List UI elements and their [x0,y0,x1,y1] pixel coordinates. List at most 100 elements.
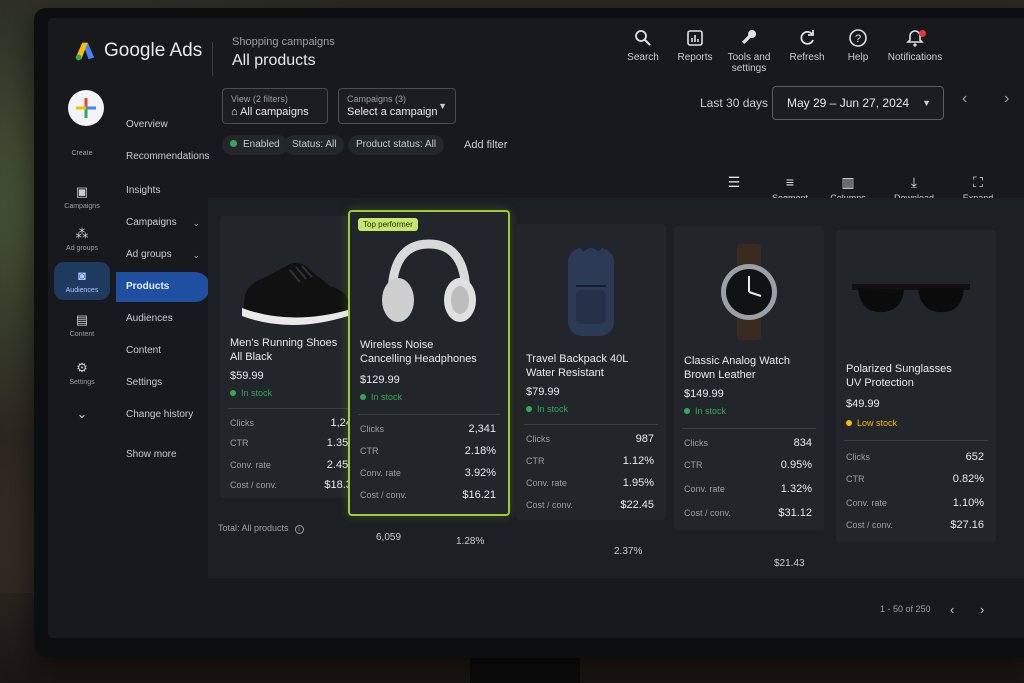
stock-dot [230,389,236,396]
metric-value: 1.95% [622,477,654,489]
product-price: $49.99 [846,398,880,410]
chevron-down-icon: ⌄ [192,250,200,260]
view-filter-value: ⌂ All campaigns [231,106,309,118]
breadcrumb[interactable]: Shopping campaigns [232,36,335,48]
wrench-icon [742,29,757,44]
product-name-line: Men's Running Shoes [230,337,338,349]
notifications-button[interactable]: Notifications [880,28,950,63]
prev-period-button[interactable]: ‹ [962,90,967,108]
campaign-filter-label: Campaigns (3) [347,94,407,104]
view-toggle-button[interactable]: ☰ [704,174,764,193]
date-range-picker[interactable]: May 29 – Jun 27, 2024 ▼ [772,86,944,120]
add-filter-button[interactable]: Add filter [464,135,507,155]
view-filter-dropdown[interactable]: View (2 filters) ⌂ All campaigns [222,88,328,124]
enabled-filter-pill[interactable]: Enabled [222,135,288,155]
nav-item-change-history[interactable]: Change history [116,400,210,430]
stock-label: Low stock [857,418,898,428]
product-price: $149.99 [684,388,724,400]
rail-item-label: Audiences [65,287,99,294]
metric-row-clicks: Clicks 652 [846,451,984,470]
metric-label: CTR [846,474,865,484]
pagination-status: 1 - 50 of 250 [880,604,931,614]
metric-row-conv-rate: Conv. rate 1.32% [684,483,812,502]
next-page-button[interactable]: › [980,602,984,617]
metric-label: Cost / conv. [230,480,277,490]
nav-item-content[interactable]: Content [116,336,210,366]
nav-item-ad-groups[interactable]: Ad groups ⌄ [116,240,210,270]
product-card[interactable]: Classic Analog Watch Brown Leather $149.9… [674,226,824,530]
rail-item-label: Content [69,331,95,338]
product-name-line: Polarized Sunglasses [846,363,952,375]
nav-item-show-more[interactable]: Show more [116,440,210,470]
notification-dot [919,30,926,37]
google-ads-logo[interactable]: Google Ads [74,40,202,62]
metric-row-conv-rate: Conv. rate 2.45% [230,459,358,478]
metric-value: $31.12 [778,507,812,519]
rail-item-content[interactable]: ▤ Content [54,312,110,338]
next-period-button[interactable]: › [1004,90,1009,108]
home-icon: ⌂ [231,106,241,118]
rail-item-label: Campaigns [64,203,100,210]
nav-item-settings[interactable]: Settings [116,368,210,398]
pill-label: Status: All [292,139,337,150]
stock-dot [526,405,532,412]
product-card[interactable]: Polarized Sunglasses UV Protection $49.99… [836,230,996,542]
rail-item-campaigns[interactable]: ▣ Campaigns [54,184,110,210]
product-card-top-performer[interactable]: Top performer Wireless Noise Cancelling H… [348,210,510,516]
metric-row-cost-conv: Cost / conv. $31.12 [684,507,812,526]
product-status-filter-pill[interactable]: Product status: All [348,135,445,155]
rail-item-ad-groups[interactable]: ⁂ Ad groups [54,226,110,252]
nav-item-insights[interactable]: Insights [116,176,210,206]
product-card[interactable]: Travel Backpack 40L Water Resistant $79.9… [516,224,666,520]
create-button[interactable] [68,90,104,126]
help-label: Help [847,52,869,63]
product-image-backpack [568,244,614,336]
prev-page-button[interactable]: ‹ [950,602,954,617]
audiences-icon: ◙ [78,268,86,283]
metric-value: $22.45 [620,499,654,511]
product-name: Wireless Noise Cancelling Headphones [360,338,495,366]
stock-dot [684,407,690,414]
google-ads-logo-icon [75,42,95,61]
chevron-down-icon: ⌄ [76,406,88,421]
metric-label: CTR [684,460,703,470]
nav-item-overview[interactable]: Overview [116,110,210,140]
campaigns-icon: ▣ [75,184,89,199]
status-filter-pill[interactable]: Status: All [284,135,345,155]
product-name: Polarized Sunglasses UV Protection [846,362,981,390]
pill-label: Enabled [243,139,280,150]
metric-label: CTR [230,438,249,448]
nav-item-label: Overview [126,119,168,130]
total-conv-rate: 2.37% [614,546,643,557]
product-name: Men's Running Shoes All Black [230,336,365,364]
metric-value: 3.92% [464,467,496,479]
metric-value: 1.12% [622,455,654,467]
nav-item-audiences[interactable]: Audiences [116,304,210,334]
total-clicks: 6,059 [376,532,402,543]
metric-row-ctr: CTR 2.18% [360,445,496,464]
product-name: Classic Analog Watch Brown Leather [684,354,819,382]
info-icon[interactable]: i [294,525,304,534]
divider [524,424,658,425]
metric-value: 1.32% [780,483,812,495]
metric-row-ctr: CTR 0.82% [846,473,984,492]
chevron-down-icon: ⌄ [192,218,200,228]
nav-item-campaigns[interactable]: Campaigns ⌄ [116,208,210,238]
totals-label: Total: All products i [218,523,304,534]
rail-item-settings[interactable]: ⚙ Settings [54,360,110,386]
product-name-line: Cancelling Headphones [360,353,477,365]
rail-item-audiences[interactable]: ◙ Audiences [54,262,110,300]
stock-status: In stock [526,404,568,414]
campaign-filter-dropdown[interactable]: Campaigns (3) Select a campaign ▼ [338,88,456,124]
nav-item-recommendations[interactable]: Recommendations [116,142,210,172]
metric-value: 2,341 [468,423,496,435]
metric-row-ctr: CTR 0.95% [684,459,812,478]
nav-item-label: Products [126,281,170,292]
nav-item-products[interactable]: Products [116,272,210,302]
view-list-icon: ☰ [727,174,741,190]
segment-icon: ≡ [785,174,795,190]
metric-row-conv-rate: Conv. rate 3.92% [360,467,496,486]
rail-expand[interactable]: ⌄ [54,406,110,425]
metric-row-cost-conv: Cost / conv. $16.21 [360,489,496,508]
metric-value: 0.95% [780,459,812,471]
